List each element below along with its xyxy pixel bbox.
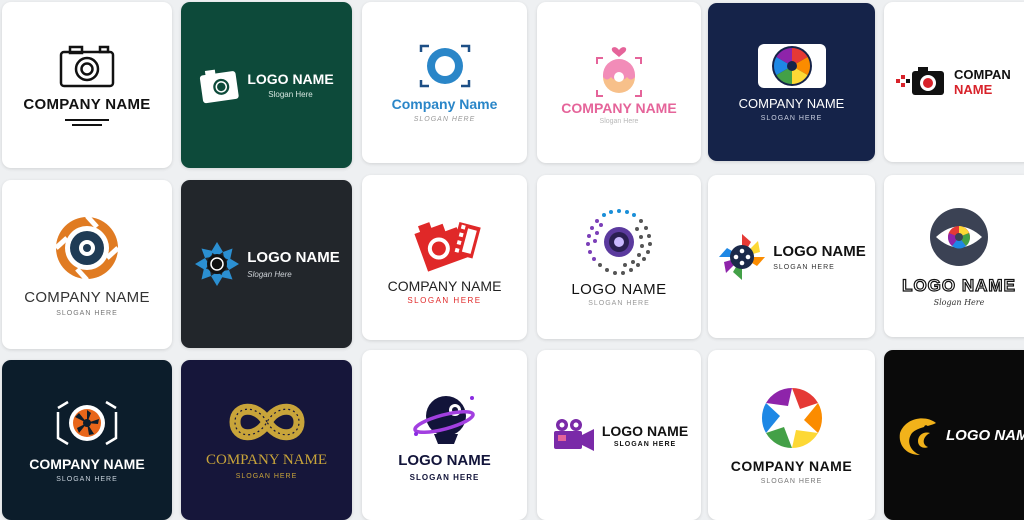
slogan: Slogan Here <box>247 270 292 279</box>
lens-focus-icon <box>419 44 470 88</box>
video-camera-icon <box>553 419 594 451</box>
heart-camera-icon <box>413 221 481 272</box>
film-reel-pinwheel-icon <box>719 233 766 280</box>
eye-aperture-icon <box>930 207 988 266</box>
logo-name: LOGO NAME <box>601 422 689 439</box>
company-name: COMPANY NAME <box>29 455 145 472</box>
planet-camera-icon <box>412 396 475 444</box>
logo-card-5[interactable]: COMPANY NAME SLOGAN HERE <box>708 3 875 161</box>
camera-icon <box>200 69 240 104</box>
logo-card-17[interactable]: COMPANY NAME SLOGAN HERE <box>708 350 875 520</box>
logo-card-4[interactable]: COMPANY NAME Slogan Here <box>537 2 701 163</box>
slogan: SLOGAN HERE <box>613 440 677 448</box>
company-name: COMPANY NAME <box>206 452 327 468</box>
logo-name: LOGO NAME <box>247 71 334 87</box>
logo-card-14[interactable]: COMPANY NAME SLOGAN HERE <box>181 360 352 520</box>
company-name: COMPANY NAME <box>738 96 845 111</box>
slogan: SLOGAN HERE <box>56 475 118 483</box>
rainbow-camera-icon <box>757 44 826 88</box>
logo-card-1[interactable]: COMPANY NAME <box>2 2 172 168</box>
logo-card-18[interactable]: LOGO NAM <box>884 350 1024 520</box>
slogan: SLOGAN HERE <box>56 309 118 317</box>
pixel-camera-icon <box>896 67 944 95</box>
company-name: Company Name <box>391 96 498 112</box>
slogan: SLOGAN HERE <box>409 473 480 482</box>
camera-outline-icon <box>59 45 115 88</box>
logo-card-11[interactable]: LOGO NAME SLOGAN HERE <box>708 175 875 338</box>
logo-card-10[interactable]: LOGO NAME SLOGAN HERE <box>537 175 701 339</box>
slogan: SLOGAN HERE <box>760 115 823 122</box>
logo-card-13[interactable]: COMPANY NAME SLOGAN HERE <box>2 360 172 520</box>
company-name-second-line: NAME <box>954 82 993 97</box>
logo-card-7[interactable]: COMPANY NAME SLOGAN HERE <box>2 180 172 349</box>
dotted-lens-icon <box>586 209 652 275</box>
rainbow-aperture-icon <box>761 387 822 448</box>
logo-card-12[interactable]: LOGO NAME Slogan Here <box>884 175 1024 337</box>
logo-name: LOGO NAME <box>773 242 866 260</box>
slogan: SLOGAN HERE <box>413 116 476 123</box>
logo-card-3[interactable]: Company Name SLOGAN HERE <box>362 2 527 163</box>
logo-card-6[interactable]: COMPAN NAME <box>884 2 1024 162</box>
slogan: SLOGAN HERE <box>235 473 298 480</box>
company-name: COMPANY NAME <box>561 100 677 116</box>
logo-card-9[interactable]: COMPANY NAME SLOGAN HERE <box>362 175 527 340</box>
company-name: COMPANY NAME <box>24 288 150 306</box>
logo-name: LOGO NAME <box>247 249 340 266</box>
logo-name: LOGO NAM <box>946 426 1024 444</box>
slogan: SLOGAN HERE <box>773 263 835 271</box>
logo-card-15[interactable]: LOGO NAME SLOGAN HERE <box>362 350 527 520</box>
slogan: Slogan Here <box>933 297 985 307</box>
logo-card-16[interactable]: LOGO NAME SLOGAN HERE <box>537 350 701 520</box>
logo-card-2[interactable]: LOGO NAME Slogan Here <box>181 2 352 168</box>
slogan: Slogan Here <box>599 118 639 125</box>
underline-divider <box>65 119 109 121</box>
company-name: COMPANY NAME <box>23 96 151 113</box>
gold-infinity-icon <box>228 403 305 441</box>
company-name: COMPAN <box>954 67 1011 82</box>
donut-camera-icon <box>596 47 642 97</box>
gold-eagle-icon <box>899 418 936 455</box>
company-name: COMPANY NAME <box>387 278 502 294</box>
company-name: COMPANY NAME <box>730 457 853 474</box>
slogan: Slogan Here <box>268 90 313 99</box>
slogan: SLOGAN HERE <box>588 300 650 307</box>
logo-name: LOGO NAME <box>398 452 491 469</box>
slogan: SLOGAN HERE <box>760 477 823 485</box>
blue-aperture-icon <box>195 242 240 286</box>
orange-aperture-camera-icon <box>56 400 118 445</box>
underline-divider <box>72 124 102 126</box>
logo-name: LOGO NAME <box>571 281 667 298</box>
logo-name: LOGO NAME <box>901 275 1016 295</box>
aperture-ring-icon <box>54 213 120 282</box>
slogan: SLOGAN HERE <box>407 296 482 305</box>
logo-card-8[interactable]: LOGO NAME Slogan Here <box>181 180 352 348</box>
